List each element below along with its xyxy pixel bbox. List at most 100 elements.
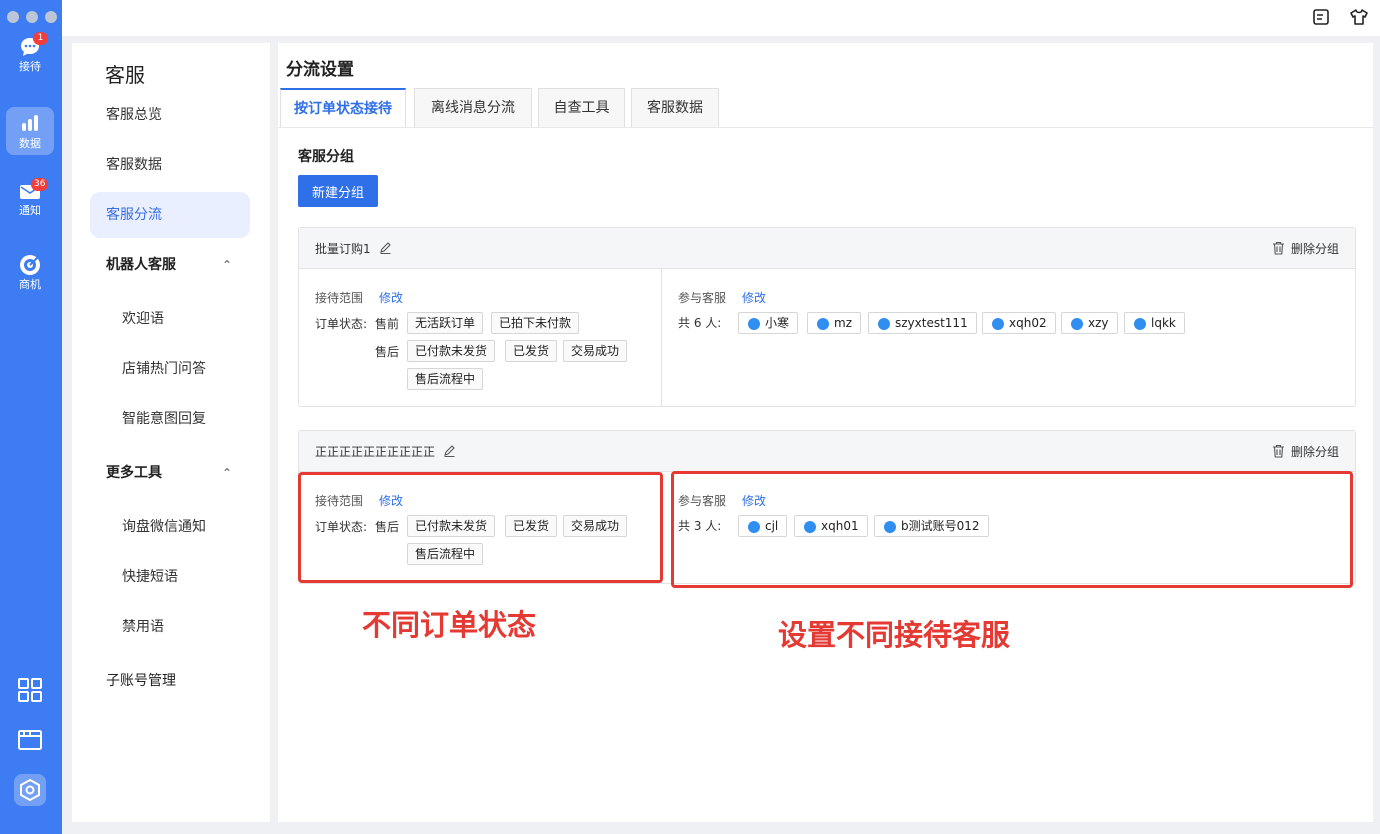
window-close-dot[interactable] (7, 11, 19, 23)
annotation-text-left: 不同订单状态 (362, 608, 537, 642)
pre-sale-label: 售前 (375, 317, 400, 331)
avatar (748, 318, 760, 330)
annotation-text-right: 设置不同接待客服 (778, 618, 1011, 652)
rail-item-notify[interactable]: 36 通知 (6, 178, 54, 230)
nav-group-label: 更多工具 (106, 465, 162, 481)
status-tag: 售后流程中 (407, 368, 484, 390)
edit-scope-link[interactable]: 修改 (379, 289, 403, 306)
tab-order-status[interactable]: 按订单状态接待 (280, 88, 406, 128)
section-title: 客服分组 (298, 149, 354, 165)
avatar (817, 318, 829, 330)
nav-item-wechat-notify[interactable]: 询盘微信通知 (90, 504, 250, 550)
side-nav: 客服 客服总览 客服数据 客服分流 机器人客服 ⌃ 欢迎语 店铺热门问答 智能意… (72, 43, 270, 822)
rail-item-business[interactable]: 商机 (6, 254, 54, 302)
status-tag: 已拍下未付款 (491, 312, 580, 334)
group-name: 批量订购1 (315, 242, 371, 256)
avatar (878, 318, 890, 330)
agent-name: szyxtest111 (895, 316, 968, 330)
notes-icon[interactable] (1311, 7, 1331, 27)
nav-title: 客服 (105, 63, 145, 87)
nav-item-quick-phrases[interactable]: 快捷短语 (90, 554, 250, 600)
annotation-box-right (671, 471, 1353, 588)
nav-item-intent-reply[interactable]: 智能意图回复 (90, 396, 250, 442)
status-tag: 已付款未发货 (407, 340, 496, 362)
settings-hexagon-icon (20, 778, 40, 802)
agent-name: 小寒 (765, 316, 790, 330)
trash-icon (1272, 241, 1284, 255)
agent-name: mz (834, 316, 852, 330)
avatar (1071, 318, 1083, 330)
order-status-label: 订单状态: (315, 317, 368, 331)
apps-grid-icon[interactable] (16, 676, 44, 704)
delete-group-button[interactable]: 删除分组 (1272, 443, 1339, 460)
agent-tag: 小寒 (738, 312, 799, 334)
nav-item-hot-qa[interactable]: 店铺热门问答 (90, 346, 250, 392)
tab-self-check[interactable]: 自查工具 (538, 88, 625, 128)
nav-item-overview[interactable]: 客服总览 (90, 92, 250, 138)
nav-item-banned-words[interactable]: 禁用语 (90, 604, 250, 650)
settings-button[interactable] (14, 774, 46, 806)
avatar (1134, 318, 1146, 330)
window-icon[interactable] (16, 726, 44, 754)
agents-label: 参与客服 (678, 291, 727, 305)
trash-icon (1272, 444, 1284, 458)
nav-item-subaccounts[interactable]: 子账号管理 (90, 658, 250, 704)
agent-tag: xzy (1061, 312, 1118, 334)
status-tag: 已发货 (505, 340, 558, 362)
nav-group-label: 机器人客服 (106, 257, 176, 273)
rail-label: 接待 (19, 60, 41, 73)
annotation-box-left (298, 472, 663, 583)
bar-chart-icon (22, 115, 38, 131)
agent-name: xqh02 (1009, 316, 1047, 330)
target-icon (20, 255, 40, 275)
chevron-up-icon: ⌃ (221, 258, 232, 272)
nav-group-robot[interactable]: 机器人客服 ⌃ (90, 242, 250, 288)
delete-group-label: 删除分组 (1290, 445, 1339, 459)
notify-badge: 36 (31, 178, 49, 191)
rail-label: 商机 (19, 278, 41, 291)
group-card-header: 批量订购1 删除分组 (299, 228, 1355, 269)
agent-name: xzy (1088, 316, 1109, 330)
nav-item-data[interactable]: 客服数据 (90, 142, 250, 188)
rail-label: 通知 (19, 204, 41, 217)
after-sale-label: 售后 (375, 345, 400, 359)
nav-group-tools[interactable]: 更多工具 ⌃ (90, 450, 250, 496)
group-name: 正正正正正正正正正正 (315, 445, 436, 459)
new-group-button[interactable]: 新建分组 (298, 175, 378, 207)
edit-pencil-icon[interactable] (379, 241, 392, 254)
divider (661, 269, 662, 406)
edit-pencil-icon[interactable] (443, 444, 456, 457)
status-tag: 交易成功 (563, 340, 628, 362)
delete-group-button[interactable]: 删除分组 (1272, 240, 1339, 257)
main-panel: 分流设置 按订单状态接待 离线消息分流 自查工具 客服数据 客服分组 新建分组 … (278, 43, 1373, 822)
agent-tag: lqkk (1124, 312, 1185, 334)
delete-group-label: 删除分组 (1290, 242, 1339, 256)
avatar (992, 318, 1004, 330)
rail-item-reception[interactable]: 1 接待 (6, 32, 54, 84)
nav-item-routing[interactable]: 客服分流 (90, 192, 250, 238)
group-card-header: 正正正正正正正正正正 删除分组 (299, 431, 1355, 472)
rail-label: 数据 (19, 137, 41, 150)
status-tag: 无活跃订单 (407, 312, 484, 334)
chevron-up-icon: ⌃ (221, 466, 232, 480)
agents-count: 共 6 人: (678, 316, 722, 330)
tab-offline-routing[interactable]: 离线消息分流 (414, 88, 532, 128)
agent-tag: xqh02 (982, 312, 1056, 334)
shirt-icon[interactable] (1349, 7, 1369, 27)
tab-content: 客服分组 新建分组 批量订购1 删除分组 接待范围 修改 订单状态: 售前 无活… (278, 127, 1373, 822)
group-card: 批量订购1 删除分组 接待范围 修改 订单状态: 售前 无活跃订单 已拍下未付款… (298, 227, 1356, 407)
agent-name: lqkk (1151, 316, 1176, 330)
edit-agents-link[interactable]: 修改 (742, 289, 766, 306)
agent-tag: mz (807, 312, 861, 334)
window-minimize-dot[interactable] (26, 11, 38, 23)
reception-badge: 1 (33, 32, 48, 45)
agent-tag: szyxtest111 (868, 312, 977, 334)
window-zoom-dot[interactable] (45, 11, 57, 23)
scope-label: 接待范围 (315, 291, 364, 305)
page-title: 分流设置 (286, 60, 354, 80)
top-bar (62, 0, 1380, 36)
nav-item-welcome[interactable]: 欢迎语 (90, 296, 250, 342)
app-rail: 1 接待 数据 36 通知 商机 (0, 0, 62, 834)
rail-item-data[interactable]: 数据 (6, 107, 54, 155)
tab-service-data[interactable]: 客服数据 (631, 88, 719, 128)
